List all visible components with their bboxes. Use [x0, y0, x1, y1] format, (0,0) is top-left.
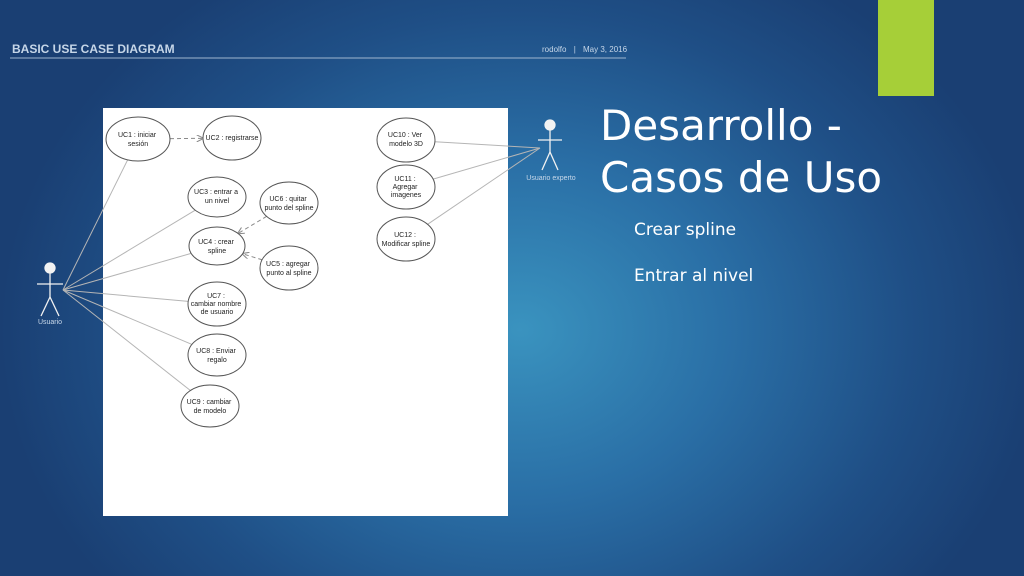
use-case-uc3: UC3 : entrar a un nivel [187, 176, 247, 218]
actor-usuario: Usuario [37, 262, 63, 326]
use-case-label: UC2 : registrarse [206, 135, 259, 142]
use-case-uc12: UC12 : Modificar spline [376, 216, 436, 262]
diagram-meta-separator: | [574, 45, 576, 54]
actor-label: Usuario experto [526, 175, 576, 182]
use-case-ellipse [376, 216, 436, 262]
use-case-ellipse [259, 181, 319, 225]
use-case-uc11: UC11 : Agregar imagenes [376, 164, 436, 210]
use-case-ellipse [188, 226, 246, 266]
use-case-uc1: UC1 : iniciar sesión [105, 116, 171, 162]
use-case-uc4: UC4 : crear spline [188, 226, 246, 266]
diagram-canvas [103, 108, 508, 516]
use-case-uc2: UC2 : registrarse [202, 115, 262, 161]
use-case-ellipse [187, 176, 247, 218]
use-case-uc10: UC10 : Ver modelo 3D [376, 117, 436, 163]
use-case-uc6: UC6 : quitar punto del spline [259, 181, 319, 225]
use-case-ellipse [259, 245, 319, 291]
diagram-header-title: BASIC USE CASE DIAGRAM [12, 42, 175, 56]
stick-figure-icon [538, 119, 562, 171]
use-case-uc8: UC8 : Enviar regalo [187, 333, 247, 377]
use-case-uc5: UC5 : agregar punto al spline [259, 245, 319, 291]
diagram-author: rodolfo [542, 45, 567, 54]
actor-usuario-experto: Usuario experto [526, 119, 576, 182]
diagram-date: May 3, 2016 [583, 45, 628, 54]
stick-figure-icon [37, 262, 63, 317]
use-case-diagram: BASIC USE CASE DIAGRAM rodolfo | May 3, … [10, 42, 628, 516]
actor-label: Usuario [38, 319, 62, 326]
use-case-ellipse [105, 116, 171, 162]
use-case-label: UC11 : Agregar imagenes [391, 176, 422, 199]
use-case-ellipse [180, 384, 240, 428]
use-case-ellipse [376, 117, 436, 163]
use-case-ellipse [187, 333, 247, 377]
use-case-uc7: UC7 : cambiar nombre de usuario [187, 281, 247, 327]
use-case-uc9: UC9 : cambiar de modelo [180, 384, 240, 428]
diagram-header-meta: rodolfo | May 3, 2016 [542, 45, 628, 54]
